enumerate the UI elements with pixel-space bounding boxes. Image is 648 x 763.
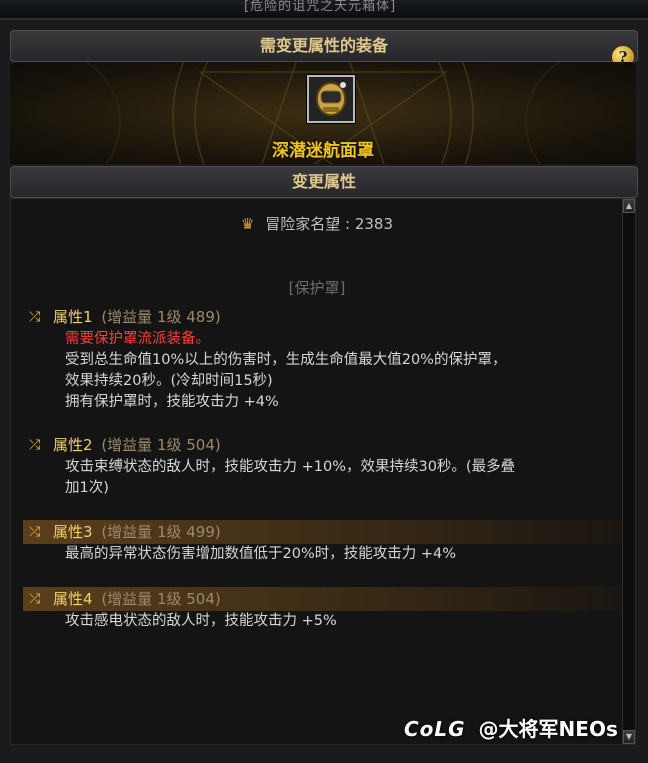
category-label: [保护罩] [288, 279, 346, 297]
attribute-block[interactable]: ⤮ 属性4 (增益量 1级 504) 攻击感电状态的敌人时，技能攻击力 +5% [23, 587, 623, 632]
attribute-description: 需要保护罩流派装备。 受到总生命值10%以上的伤害时，生成生命值最大值20%的保… [23, 329, 623, 413]
attribute-header: ⤮ 属性1 (增益量 1级 489) [23, 305, 623, 329]
shuffle-icon: ⤮ [29, 437, 41, 453]
attribute-meta: (增益量 1级 489) [101, 308, 221, 326]
attribute-name: 属性1 [53, 308, 93, 326]
attribute-description: 最高的异常状态伤害增加数值低于20%时，技能攻击力 +4% [23, 544, 623, 565]
attribute-block[interactable]: ⤮ 属性3 (增益量 1级 499) 最高的异常状态伤害增加数值低于20%时，技… [23, 520, 623, 565]
mask-helmet-icon [316, 82, 346, 116]
shuffle-icon: ⤮ [29, 591, 41, 607]
adventurer-reputation: ♛ 冒险家名望 : 2383 [11, 213, 623, 234]
attribute-header: ⤮ 属性2 (增益量 1级 504) [23, 433, 623, 457]
parent-window-title: [危险的诅咒之天元箱体] [244, 0, 397, 14]
equipment-banner: 深潜迷航面罩 [10, 62, 636, 164]
equipment-slot[interactable] [307, 75, 355, 123]
description-line: 最高的异常状态伤害增加数值低于20%时，技能攻击力 +4% [65, 546, 456, 562]
description-line: 受到总生命值10%以上的伤害时，生成生命值最大值20%的保护罩， [65, 352, 507, 368]
attribute-block[interactable]: ⤮ 属性2 (增益量 1级 504) 攻击束缚状态的敌人时，技能攻击力 +10%… [23, 433, 623, 499]
attribute-meta: (增益量 1级 499) [101, 523, 221, 541]
attribute-description: 攻击感电状态的敌人时，技能攻击力 +5% [23, 611, 623, 632]
reputation-value: 2383 [354, 215, 394, 233]
reputation-separator: : [345, 215, 351, 233]
requirement-line: 需要保护罩流派装备。 [65, 331, 210, 347]
medal-icon: ♛ [240, 215, 255, 233]
description-line: 效果持续20秒。(冷却时间15秒) [65, 373, 273, 389]
watermark-handle: @大将军NEOs [478, 717, 618, 741]
change-attribute-title: 变更属性 [291, 172, 356, 191]
scroll-down-icon[interactable]: ▼ [623, 730, 635, 744]
attribute-meta: (增益量 1级 504) [101, 590, 221, 608]
attribute-header-highlighted: ⤮ 属性3 (增益量 1级 499) [23, 520, 623, 544]
shuffle-icon: ⤮ [29, 524, 41, 540]
attribute-name: 属性3 [53, 523, 93, 541]
equipment-name: 深潜迷航面罩 [272, 141, 374, 161]
attribute-list-panel: ♛ 冒险家名望 : 2383 [保护罩] ⤮ 属性1 (增益量 1级 489) … [10, 198, 636, 745]
shuffle-icon: ⤮ [29, 309, 41, 325]
watermark: CoLG @大将军NEOs [404, 713, 618, 742]
description-line: 拥有保护罩时，技能攻击力 +4% [65, 394, 279, 410]
attribute-meta: (增益量 1级 504) [101, 436, 221, 454]
equipment-header-bar: 需变更属性的装备 ? [10, 30, 638, 69]
attribute-block[interactable]: ⤮ 属性1 (增益量 1级 489) 需要保护罩流派装备。 受到总生命值10%以… [23, 305, 623, 413]
attribute-description: 攻击束缚状态的敌人时，技能攻击力 +10%，效果持续30秒。(最多叠 加1次) [23, 457, 623, 499]
attribute-header-highlighted: ⤮ 属性4 (增益量 1级 504) [23, 587, 623, 611]
attribute-name: 属性2 [53, 436, 93, 454]
description-line: 加1次) [65, 480, 109, 496]
watermark-brand: CoLG [404, 717, 466, 741]
equipment-header-title: 需变更属性的装备 [259, 36, 388, 55]
attribute-name: 属性4 [53, 590, 93, 608]
scrollbar[interactable]: ▲ ▼ [622, 199, 635, 744]
parent-window-title-bar: [危险的诅咒之天元箱体] [0, 0, 648, 19]
description-line: 攻击感电状态的敌人时，技能攻击力 +5% [65, 613, 337, 629]
reputation-label: 冒险家名望 [265, 215, 341, 233]
description-line: 攻击束缚状态的敌人时，技能攻击力 +10%，效果持续30秒。(最多叠 [65, 459, 516, 475]
attribute-change-window: 需变更属性的装备 ? 深潜迷航面罩 变更属性 ♛ 冒险家名望: 2383 [保… [0, 18, 648, 763]
change-attribute-header-bar: 变更属性 [10, 166, 638, 198]
scroll-up-icon[interactable]: ▲ [623, 199, 635, 213]
